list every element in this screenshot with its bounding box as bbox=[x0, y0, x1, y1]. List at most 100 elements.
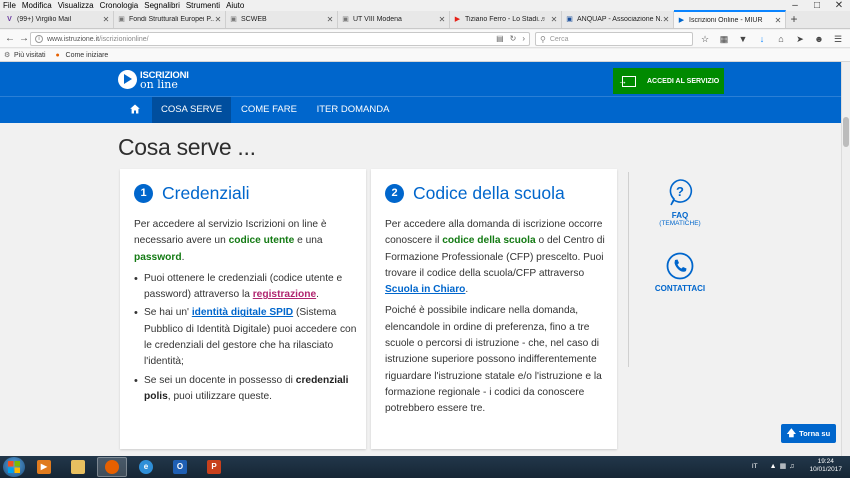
folder-icon bbox=[71, 460, 85, 474]
registrazione-link[interactable]: registrazione bbox=[253, 289, 316, 300]
reload-icon[interactable]: ↻ bbox=[510, 34, 517, 43]
tab-iscrizioni-online[interactable]: ▶ Iscrizioni Online - MIUR ✕ bbox=[674, 10, 786, 28]
url-bar[interactable]: i www.istruzione.it/iscrizionionline/ ▤ … bbox=[30, 32, 530, 46]
text: . bbox=[316, 289, 319, 301]
menu-file[interactable]: File bbox=[3, 1, 16, 11]
close-tab-icon[interactable]: ✕ bbox=[214, 15, 222, 24]
step-number-badge: 1 bbox=[134, 184, 153, 203]
card-title: Codice della scuola bbox=[413, 183, 565, 203]
virgilio-favicon-icon: V bbox=[7, 16, 12, 23]
taskbar-media-player[interactable]: ▶ bbox=[29, 457, 59, 477]
taskbar-explorer[interactable] bbox=[63, 457, 93, 477]
contattaci-label: CONTATTACI bbox=[654, 284, 706, 293]
taskbar-firefox[interactable] bbox=[97, 457, 127, 477]
site-info-icon[interactable]: i bbox=[35, 35, 43, 43]
play-logo-icon bbox=[118, 70, 137, 89]
credenziali-card: 1 Credenziali Per accedere al servizio I… bbox=[120, 169, 366, 449]
account-icon[interactable]: ☻ bbox=[812, 32, 826, 46]
outlook-icon: O bbox=[173, 460, 187, 474]
tab-scweb[interactable]: ▣ SCWEB ✕ bbox=[226, 11, 338, 28]
menu-modifica[interactable]: Modifica bbox=[22, 1, 52, 11]
nav-cosa-serve[interactable]: COSA SERVE bbox=[152, 97, 231, 123]
language-indicator[interactable]: IT bbox=[752, 463, 758, 470]
sidebar-divider bbox=[628, 172, 629, 367]
speaker-icon[interactable]: ♬ bbox=[540, 16, 547, 23]
start-button[interactable] bbox=[3, 457, 25, 477]
tab-virgilio-mail[interactable]: V (99+) Virgilio Mail ✕ bbox=[2, 11, 114, 28]
page-favicon-icon: ▣ bbox=[118, 16, 125, 23]
bookmark-come-iniziare[interactable]: ● Come iniziare bbox=[56, 52, 109, 59]
forward-button[interactable]: → bbox=[17, 32, 31, 46]
bookmarks-list-icon[interactable]: ▦ bbox=[717, 32, 731, 46]
tab-tiziano-ferro[interactable]: ▶ Tiziano Ferro - Lo Stadi... ♬ ✕ bbox=[450, 11, 562, 28]
card-body: Per accedere al servizio Iscrizioni on l… bbox=[134, 217, 359, 407]
tab-fondi-strutturali[interactable]: ▣ Fondi Strutturali Europei P... ✕ bbox=[114, 11, 226, 28]
spid-link[interactable]: identità digitale SPID bbox=[192, 307, 293, 318]
download-icon[interactable]: ↓ bbox=[755, 32, 769, 46]
tab-anquap[interactable]: ▣ ANQUAP - Associazione N... ✕ bbox=[562, 11, 674, 28]
credentials-list: Puoi ottenere le credenziali (codice ute… bbox=[134, 271, 359, 405]
menu-aiuto[interactable]: Aiuto bbox=[226, 1, 244, 11]
close-tab-icon[interactable]: ✕ bbox=[326, 15, 334, 24]
accedi-al-servizio-button[interactable]: → ACCEDI AL SERVIZIO bbox=[613, 68, 724, 94]
codice-utente-highlight: codice utente bbox=[228, 235, 295, 247]
send-icon[interactable]: ➤ bbox=[793, 32, 807, 46]
contattaci-link[interactable]: CONTATTACI bbox=[640, 252, 720, 293]
bookmark-star-icon[interactable]: ☆ bbox=[698, 32, 712, 46]
close-tab-icon[interactable]: ✕ bbox=[662, 15, 670, 24]
tray-icons[interactable]: ▲▦♫ bbox=[770, 462, 798, 470]
taskbar-powerpoint[interactable]: P bbox=[199, 457, 229, 477]
phone-icon bbox=[666, 252, 694, 280]
scrollbar-thumb[interactable] bbox=[843, 117, 849, 147]
hamburger-menu-icon[interactable]: ☰ bbox=[831, 32, 845, 46]
youtube-favicon-icon: ▶ bbox=[454, 16, 461, 23]
pocket-icon[interactable]: ▼ bbox=[736, 32, 750, 46]
menu-segnalibri[interactable]: Segnalibri bbox=[144, 1, 180, 11]
windows-logo-icon bbox=[8, 461, 20, 473]
faq-label: FAQ bbox=[671, 211, 689, 220]
preferenze-paragraph: Poiché è possibile indicare nella domand… bbox=[385, 305, 602, 415]
taskbar-outlook[interactable]: O bbox=[165, 457, 195, 477]
bookmarks-toolbar: ⚙ Più visitati ● Come iniziare bbox=[0, 49, 850, 62]
miur-favicon-icon: ▶ bbox=[678, 16, 685, 24]
home-icon[interactable]: ⌂ bbox=[774, 32, 788, 46]
login-icon: → bbox=[618, 75, 636, 87]
faq-sublabel: (TEMATICHE) bbox=[659, 220, 701, 227]
nav-come-fare[interactable]: COME FARE bbox=[238, 97, 300, 123]
reader-view-icon[interactable]: ▤ bbox=[496, 34, 504, 43]
close-tab-icon[interactable]: ✕ bbox=[438, 15, 446, 24]
codice-della-scuola-highlight: codice della scuola bbox=[442, 235, 536, 247]
clock-date: 10/01/2017 bbox=[809, 466, 842, 473]
torna-su-button[interactable]: 🡅 Torna su bbox=[781, 424, 836, 443]
close-tab-icon[interactable]: ✕ bbox=[774, 16, 782, 25]
firefox-icon bbox=[105, 460, 119, 474]
faq-link[interactable]: ? FAQ (TEMATICHE) bbox=[640, 178, 720, 227]
svg-text:?: ? bbox=[676, 184, 684, 199]
search-input[interactable]: ⚲ Cerca bbox=[535, 32, 693, 46]
text: e una bbox=[294, 235, 323, 247]
iscrizioni-online-logo[interactable]: ISCRIZIONI on line bbox=[118, 70, 189, 90]
navigation-toolbar: ← → i www.istruzione.it/iscrizionionline… bbox=[0, 30, 850, 48]
tab-label: Tiziano Ferro - Lo Stadi... bbox=[465, 16, 540, 23]
menu-visualizza[interactable]: Visualizza bbox=[58, 1, 94, 11]
scuola-in-chiaro-link[interactable]: Scuola in Chiaro bbox=[385, 284, 465, 295]
menu-strumenti[interactable]: Strumenti bbox=[186, 1, 220, 11]
tab-label: Iscrizioni Online - MIUR bbox=[689, 16, 763, 24]
nav-iter-domanda[interactable]: ITER DOMANDA bbox=[312, 97, 394, 123]
tab-ut-modena[interactable]: ▣ UT VIII Modena ✕ bbox=[338, 11, 450, 28]
close-tab-icon[interactable]: ✕ bbox=[102, 15, 110, 24]
clock[interactable]: 19:24 10/01/2017 bbox=[809, 458, 842, 474]
close-tab-icon[interactable]: ✕ bbox=[550, 15, 558, 24]
powerpoint-icon: P bbox=[207, 460, 221, 474]
taskbar-ie[interactable]: e bbox=[131, 457, 161, 477]
arrow-up-icon: 🡅 bbox=[786, 427, 797, 438]
home-icon[interactable] bbox=[130, 104, 140, 114]
page-scrollbar[interactable] bbox=[841, 62, 850, 456]
new-tab-button[interactable]: + bbox=[786, 11, 802, 28]
tab-label: ANQUAP - Associazione N... bbox=[577, 16, 662, 23]
bookmark-piu-visitati[interactable]: ⚙ Più visitati bbox=[4, 52, 46, 59]
menu-cronologia[interactable]: Cronologia bbox=[100, 1, 139, 11]
dropdown-arrow-icon[interactable]: › bbox=[522, 34, 525, 43]
text: Se sei un docente in possesso di bbox=[144, 374, 296, 386]
back-button[interactable]: ← bbox=[3, 32, 17, 46]
